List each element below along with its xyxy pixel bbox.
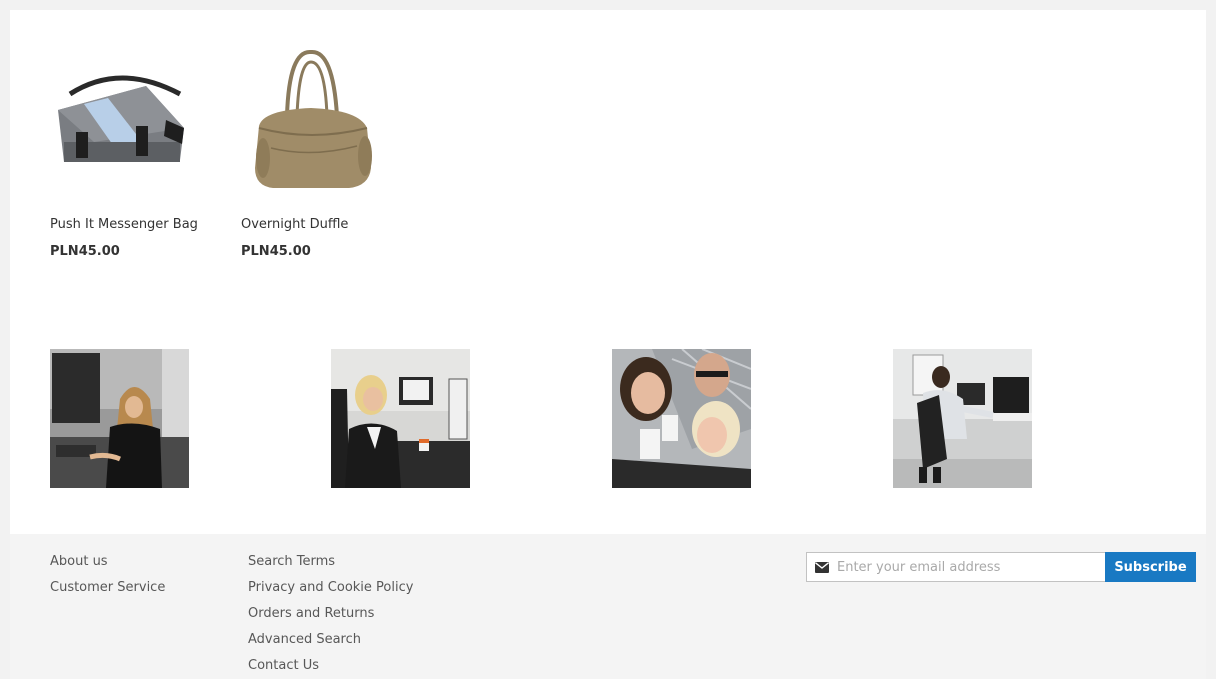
footer-link-contact-us[interactable]: Contact Us <box>248 658 319 673</box>
footer-links-column-2: Search Terms Privacy and Cookie Policy O… <box>248 550 413 679</box>
product-name-link[interactable]: Overnight Duffle <box>241 217 348 232</box>
product-item[interactable]: Push It Messenger Bag PLN45.00 <box>50 32 200 259</box>
footer: About us Customer Service Search Terms P… <box>10 534 1206 679</box>
duffle-bag-image[interactable] <box>241 32 381 202</box>
footer-link-advanced-search[interactable]: Advanced Search <box>248 632 361 647</box>
footer-link-item: Advanced Search <box>248 628 413 654</box>
footer-link-item: Contact Us <box>248 654 413 679</box>
page: Push It Messenger Bag PLN45.00 Overnight… <box>0 0 1216 679</box>
footer-link-item: Privacy and Cookie Policy <box>248 576 413 602</box>
footer-link-item: Orders and Returns <box>248 602 413 628</box>
footer-link-item: About us <box>50 550 165 576</box>
woman-at-desk-photo[interactable] <box>50 349 189 488</box>
footer-link-search-terms[interactable]: Search Terms <box>248 554 335 569</box>
product-price: PLN45.00 <box>50 244 120 259</box>
product-grid: Push It Messenger Bag PLN45.00 Overnight… <box>50 32 470 282</box>
footer-link-item: Customer Service <box>50 576 165 602</box>
footer-link-customer-service[interactable]: Customer Service <box>50 580 165 595</box>
product-name-link[interactable]: Push It Messenger Bag <box>50 217 198 232</box>
footer-links-column-1: About us Customer Service <box>50 550 165 602</box>
subscribe-button[interactable]: Subscribe <box>1105 552 1196 582</box>
footer-link-privacy-policy[interactable]: Privacy and Cookie Policy <box>248 580 413 595</box>
footer-link-about-us[interactable]: About us <box>50 554 108 569</box>
newsletter-email-input[interactable] <box>837 553 1103 581</box>
envelope-icon <box>815 562 829 573</box>
footer-link-item: Search Terms <box>248 550 413 576</box>
newsletter-form: Subscribe <box>806 552 1196 582</box>
product-price: PLN45.00 <box>241 244 311 259</box>
footer-link-orders-returns[interactable]: Orders and Returns <box>248 606 374 621</box>
man-at-desk-photo[interactable] <box>893 349 1032 488</box>
messenger-bag-image[interactable] <box>50 32 190 202</box>
group-selfie-photo[interactable] <box>612 349 751 488</box>
woman-with-mug-photo[interactable] <box>331 349 470 488</box>
product-item[interactable]: Overnight Duffle PLN45.00 <box>241 32 391 259</box>
newsletter-field[interactable] <box>806 552 1106 582</box>
